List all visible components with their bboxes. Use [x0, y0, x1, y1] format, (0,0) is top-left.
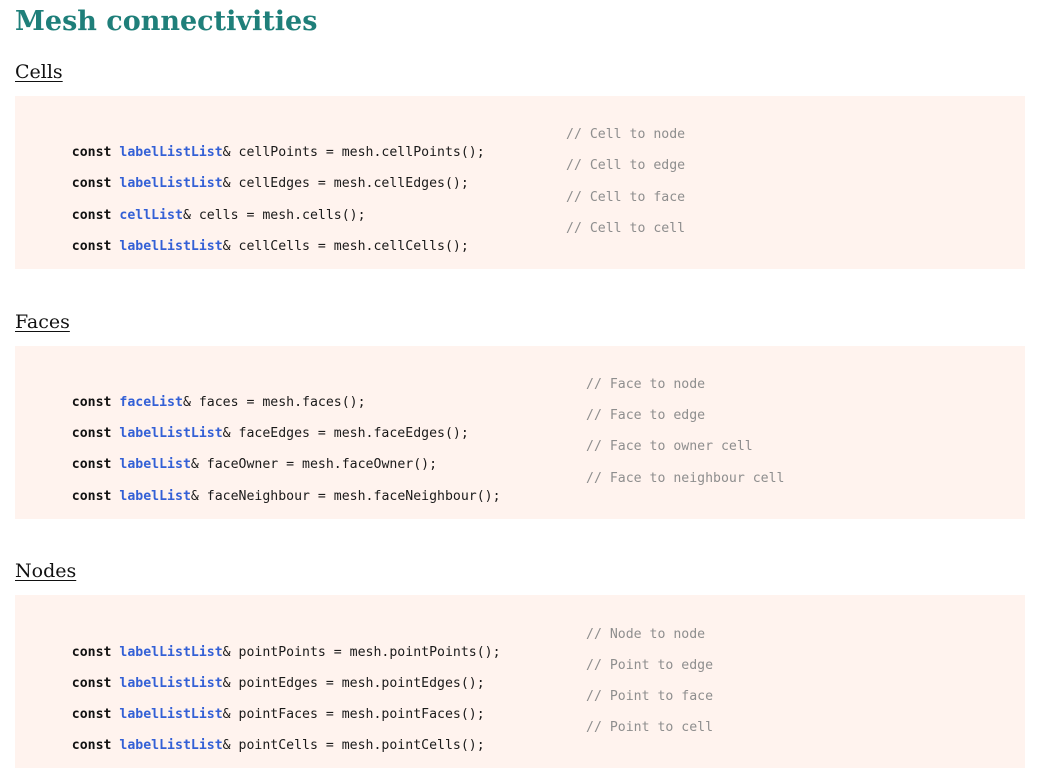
code-type: labelList: [119, 489, 191, 504]
code-line: const labelListList& pointFaces = mesh.p…: [40, 688, 713, 722]
code-line: const labelListList& faceEdges = mesh.fa…: [40, 407, 705, 441]
code-statement: & faceNeighbour = mesh.faceNeighbour();: [190, 489, 501, 504]
code-line: const labelListList& pointPoints = mesh.…: [40, 626, 705, 660]
code-line: const labelList& faceNeighbour = mesh.fa…: [40, 470, 785, 504]
code-keyword: const: [71, 738, 112, 753]
code-comment: // Point to cell: [586, 720, 714, 735]
section-heading-faces: Faces: [15, 311, 70, 333]
code-comment: // Cell to cell: [566, 221, 686, 236]
code-block-cells: const labelListList& cellPoints = mesh.c…: [15, 96, 1025, 269]
page-title: Mesh connectivities: [15, 6, 318, 37]
code-block-nodes: const labelListList& pointPoints = mesh.…: [15, 595, 1025, 768]
code-line: const labelListList& pointCells = mesh.p…: [40, 719, 713, 753]
code-comment: // Cell to node: [566, 127, 686, 142]
code-keyword: const: [71, 489, 112, 504]
section-heading-nodes: Nodes: [15, 560, 77, 582]
code-line: const labelListList& cellCells = mesh.ce…: [40, 220, 685, 254]
code-comment: // Point to face: [586, 689, 714, 704]
code-comment: // Face to edge: [586, 408, 706, 423]
code-statement: & pointCells = mesh.pointCells();: [222, 738, 485, 753]
code-comment: // Face to owner cell: [586, 439, 753, 454]
code-line: const labelList& faceOwner = mesh.faceOw…: [40, 438, 753, 472]
code-comment: // Point to edge: [586, 658, 714, 673]
code-comment: // Node to node: [586, 627, 706, 642]
code-line: const faceList& faces = mesh.faces();// …: [40, 376, 705, 410]
code-comment: // Face to node: [586, 377, 706, 392]
code-line: const labelListList& cellEdges = mesh.ce…: [40, 157, 685, 191]
section-heading-cells: Cells: [15, 61, 63, 83]
code-line: const labelListList& pointEdges = mesh.p…: [40, 657, 713, 691]
code-comment: // Cell to face: [566, 190, 686, 205]
code-keyword: const: [71, 239, 112, 254]
code-statement: & cellCells = mesh.cellCells();: [222, 239, 469, 254]
code-block-faces: const faceList& faces = mesh.faces();// …: [15, 346, 1025, 519]
code-line: const labelListList& cellPoints = mesh.c…: [40, 126, 685, 160]
code-comment: // Cell to edge: [566, 158, 686, 173]
code-line: const cellList& cells = mesh.cells();// …: [40, 189, 685, 223]
code-type: labelListList: [119, 239, 223, 254]
code-comment: // Face to neighbour cell: [586, 471, 785, 486]
code-type: labelListList: [119, 738, 223, 753]
